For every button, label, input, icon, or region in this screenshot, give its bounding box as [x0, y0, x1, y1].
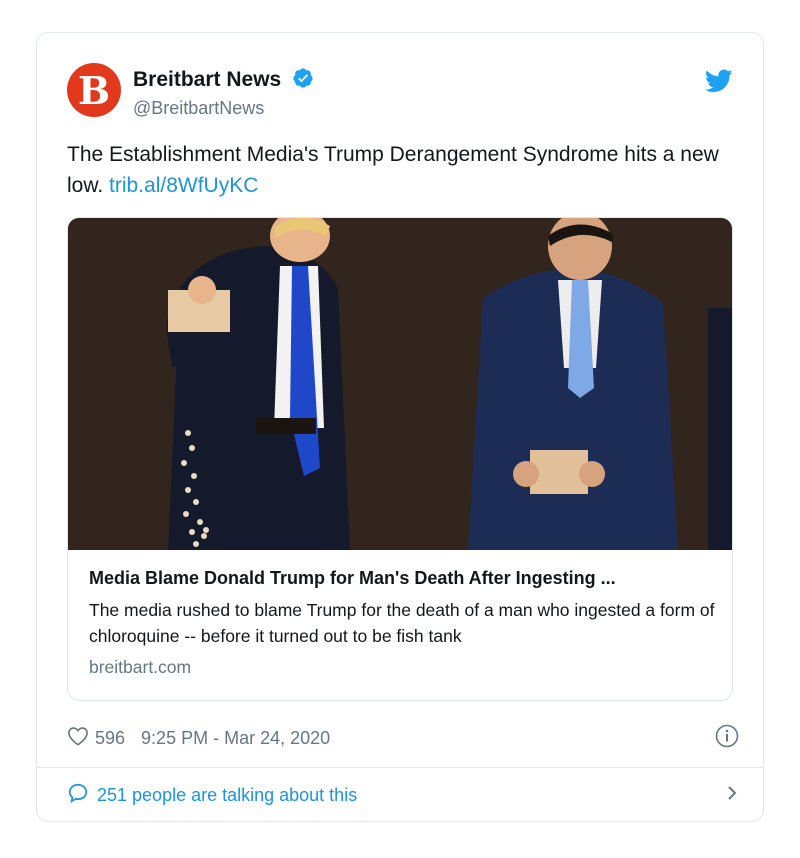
conversation-footer[interactable]: 251 people are talking about this	[67, 779, 739, 811]
author-handle[interactable]: @BreitbartNews	[133, 98, 314, 119]
author-name[interactable]: Breitbart News	[133, 68, 281, 91]
tweet-text: The Establishment Media's Trump Derangem…	[67, 139, 739, 201]
avatar-letter: B	[77, 67, 111, 113]
verified-badge-icon	[292, 67, 314, 94]
embedded-tweet-card: B Breitbart News @BreitbartNews The Esta…	[36, 32, 764, 822]
heart-icon[interactable]	[67, 726, 89, 751]
card-body: Media Blame Donald Trump for Man's Death…	[89, 564, 719, 678]
conversation-link[interactable]: 251 people are talking about this	[97, 785, 357, 806]
card-description: The media rushed to blame Trump for the …	[89, 600, 715, 646]
tweet-link[interactable]: trib.al/8WfUyKC	[109, 174, 258, 197]
article-photo	[68, 218, 732, 550]
timestamp[interactable]: 9:25 PM - Mar 24, 2020	[141, 728, 330, 749]
speech-bubble-icon	[67, 782, 89, 809]
card-title[interactable]: Media Blame Donald Trump for Man's Death…	[89, 568, 719, 589]
link-preview-card[interactable]: Media Blame Donald Trump for Man's Death…	[67, 217, 733, 701]
info-icon[interactable]	[715, 724, 739, 753]
like-count[interactable]: 596	[95, 728, 125, 749]
card-domain: breitbart.com	[89, 657, 192, 677]
author-avatar[interactable]: B	[67, 63, 121, 117]
chevron-right-icon[interactable]	[725, 783, 739, 808]
author-block: Breitbart News @BreitbartNews	[133, 67, 314, 119]
tweet-meta: 596 9:25 PM - Mar 24, 2020	[67, 723, 739, 753]
footer-divider	[37, 767, 763, 768]
twitter-bird-icon[interactable]	[704, 69, 733, 98]
